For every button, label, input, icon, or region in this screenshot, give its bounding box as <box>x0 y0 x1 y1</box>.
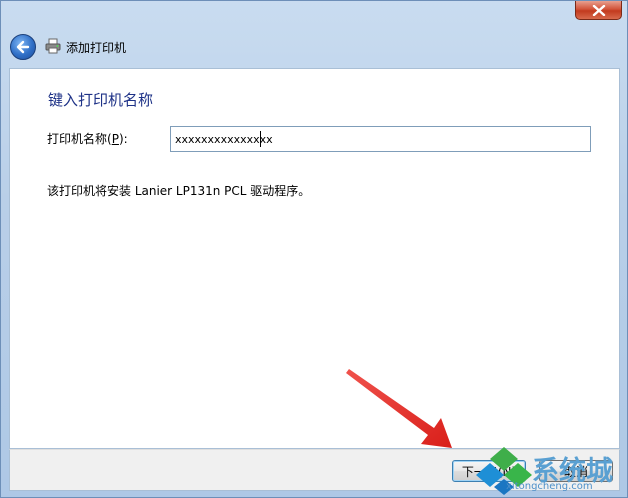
close-button[interactable] <box>575 1 622 20</box>
label-prefix: 打印机名称( <box>47 132 112 146</box>
printer-icon <box>45 38 61 54</box>
window-title: 添加打印机 <box>66 41 127 55</box>
back-arrow-icon <box>16 40 30 54</box>
back-button[interactable] <box>10 34 36 60</box>
content-panel: 键入打印机名称 打印机名称(P): 该打印机将安装 Lanier LP131n … <box>9 68 620 449</box>
printer-name-input[interactable] <box>170 126 591 152</box>
driver-message: 该打印机将安装 Lanier LP131n PCL 驱动程序。 <box>47 184 311 198</box>
label-suffix: ): <box>118 132 128 146</box>
close-icon <box>592 4 605 16</box>
watermark-url: xitongcheng.com <box>506 481 593 492</box>
page-heading: 键入打印机名称 <box>48 91 154 109</box>
printer-name-label: 打印机名称(P): <box>47 130 128 147</box>
text-caret <box>260 131 261 147</box>
label-hotkey: P <box>111 132 119 146</box>
add-printer-dialog: 添加打印机 键入打印机名称 打印机名称(P): 该打印机将安装 Lanier L… <box>0 0 628 498</box>
